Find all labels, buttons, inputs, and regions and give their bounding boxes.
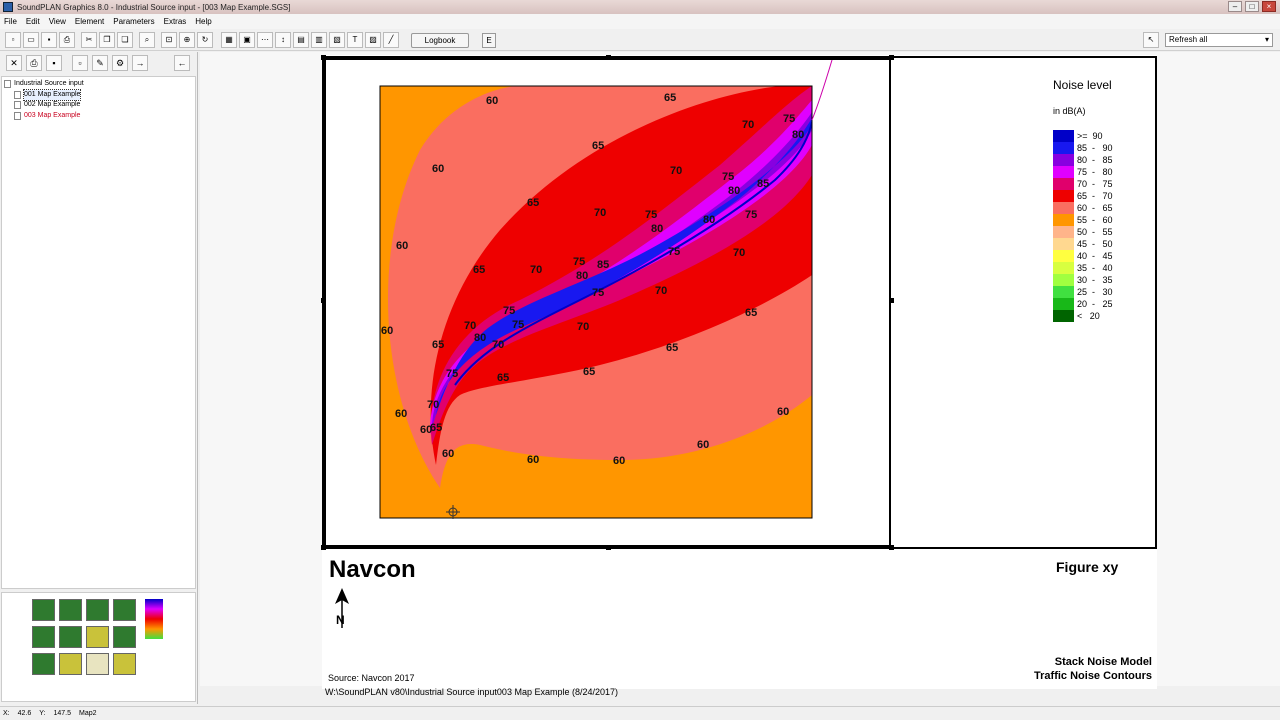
legend-swatch bbox=[1053, 178, 1074, 190]
legend-swatch bbox=[1053, 130, 1074, 142]
legend-row: 30 - 35 bbox=[1053, 274, 1133, 286]
legend-row-label: 45 - 50 bbox=[1077, 239, 1113, 249]
legend-row-label: 65 - 70 bbox=[1077, 191, 1113, 201]
file-path: W:\SoundPLAN v80\Industrial Source input… bbox=[325, 687, 619, 697]
resize-handle[interactable] bbox=[889, 55, 894, 60]
north-letter: N bbox=[336, 613, 345, 627]
resize-handle[interactable] bbox=[606, 545, 611, 550]
company-name: Navcon bbox=[329, 556, 416, 583]
north-arrow-icon: N bbox=[335, 588, 349, 628]
legend-row-label: 50 - 55 bbox=[1077, 227, 1113, 237]
legend-row-label: 30 - 35 bbox=[1077, 275, 1113, 285]
layer-name: Map2 bbox=[79, 710, 97, 717]
legend-swatch bbox=[1053, 310, 1074, 322]
legend-swatch bbox=[1053, 238, 1074, 250]
legend-swatch bbox=[1053, 250, 1074, 262]
legend-swatch bbox=[1053, 262, 1074, 274]
legend-row: 25 - 30 bbox=[1053, 286, 1133, 298]
legend-swatch bbox=[1053, 274, 1074, 286]
legend-row-label: 60 - 65 bbox=[1077, 203, 1113, 213]
legend-swatch bbox=[1053, 226, 1074, 238]
subtitle-stack: Stack Noise Model bbox=[1054, 656, 1152, 668]
legend-row: < 20 bbox=[1053, 310, 1133, 322]
legend-row-label: < 20 bbox=[1077, 311, 1100, 321]
legend-row-label: 80 - 85 bbox=[1077, 155, 1113, 165]
legend-swatch bbox=[1053, 166, 1074, 178]
legend-row-label: 35 - 40 bbox=[1077, 263, 1113, 273]
map-frame[interactable] bbox=[324, 58, 891, 547]
status-bar: X: 42.6 Y: 147.5 Map2 bbox=[0, 706, 1280, 720]
legend-row-label: 40 - 45 bbox=[1077, 251, 1113, 261]
resize-handle[interactable] bbox=[606, 55, 611, 60]
legend-row: 70 - 75 bbox=[1053, 178, 1133, 190]
legend-swatch bbox=[1053, 142, 1074, 154]
resize-handle[interactable] bbox=[889, 298, 894, 303]
legend-title: Noise level bbox=[1053, 78, 1112, 92]
legend-row: 20 - 25 bbox=[1053, 298, 1133, 310]
legend-swatch bbox=[1053, 214, 1074, 226]
source-text: Source: Navcon 2017 bbox=[328, 673, 415, 683]
resize-handle[interactable] bbox=[321, 55, 326, 60]
legend-row: 55 - 60 bbox=[1053, 214, 1133, 226]
legend-row-label: >= 90 bbox=[1077, 131, 1103, 141]
legend-row-label: 70 - 75 bbox=[1077, 179, 1113, 189]
resize-handle[interactable] bbox=[321, 545, 326, 550]
legend-unit: in dB(A) bbox=[1053, 106, 1086, 116]
y-coord-label: Y: bbox=[39, 710, 46, 717]
legend-row: 50 - 55 bbox=[1053, 226, 1133, 238]
legend-row: 85 - 90 bbox=[1053, 142, 1133, 154]
resize-handle[interactable] bbox=[321, 298, 326, 303]
legend-row: 65 - 70 bbox=[1053, 190, 1133, 202]
y-coord-value: 147.5 bbox=[53, 710, 72, 717]
subtitle-traffic: Traffic Noise Contours bbox=[1034, 670, 1152, 682]
legend-row-label: 85 - 90 bbox=[1077, 143, 1113, 153]
legend-row: 80 - 85 bbox=[1053, 154, 1133, 166]
legend-swatch bbox=[1053, 190, 1074, 202]
legend-swatch bbox=[1053, 154, 1074, 166]
x-coord-label: X: bbox=[3, 710, 10, 717]
legend-row: >= 90 bbox=[1053, 130, 1133, 142]
legend-row: 35 - 40 bbox=[1053, 262, 1133, 274]
legend-swatch bbox=[1053, 202, 1074, 214]
legend-row: 60 - 65 bbox=[1053, 202, 1133, 214]
resize-handle[interactable] bbox=[889, 545, 894, 550]
legend-row-label: 55 - 60 bbox=[1077, 215, 1113, 225]
legend-row-label: 20 - 25 bbox=[1077, 299, 1113, 309]
legend-swatch bbox=[1053, 286, 1074, 298]
legend-swatch bbox=[1053, 298, 1074, 310]
legend-row-label: 75 - 80 bbox=[1077, 167, 1113, 177]
legend-row-label: 25 - 30 bbox=[1077, 287, 1113, 297]
legend-row: 75 - 80 bbox=[1053, 166, 1133, 178]
legend-row: 45 - 50 bbox=[1053, 238, 1133, 250]
legend-row: 40 - 45 bbox=[1053, 250, 1133, 262]
figure-label: Figure xy bbox=[1056, 559, 1119, 575]
x-coord-value: 42.6 bbox=[17, 710, 32, 717]
